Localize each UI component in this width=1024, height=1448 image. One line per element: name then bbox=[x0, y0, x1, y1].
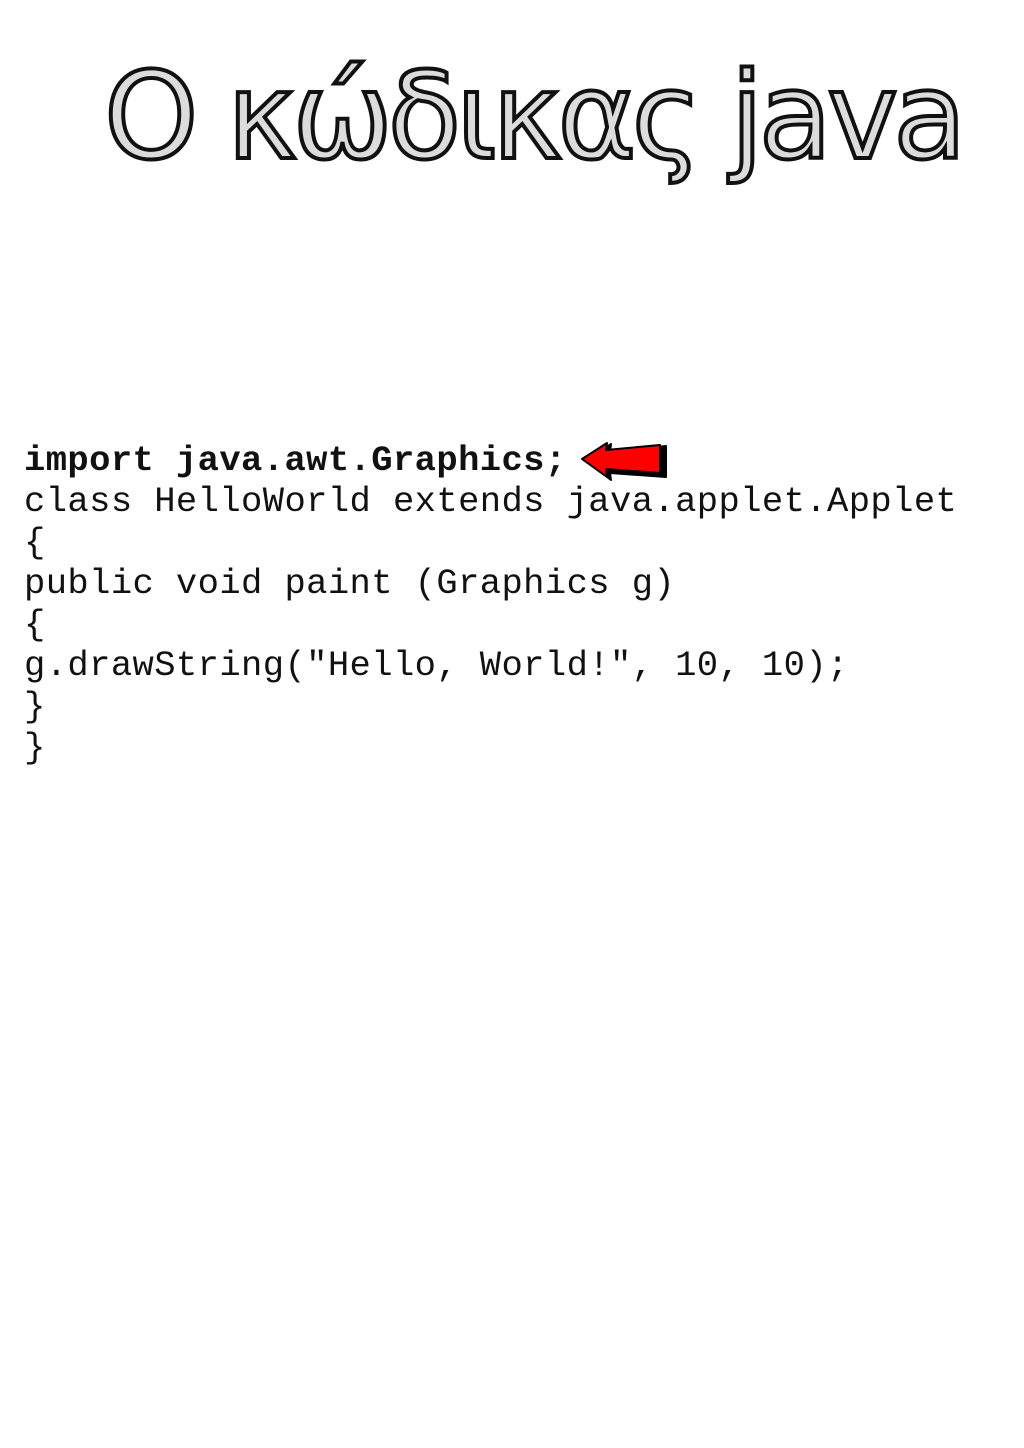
code-line-draw-string: g.drawString("Hello, World!", 10, 10); bbox=[24, 645, 849, 686]
code-block: import java.awt.Graphics; class HelloWor… bbox=[24, 440, 957, 768]
code-line-open-brace: { bbox=[24, 522, 46, 563]
code-line-close-brace-inner: } bbox=[24, 686, 46, 727]
left-arrow-icon bbox=[581, 442, 667, 481]
page-title: Ο κώδικας java bbox=[102, 48, 969, 187]
code-line-class-declaration: class HelloWorld extends java.applet.App… bbox=[24, 481, 958, 522]
code-line-close-brace: } bbox=[24, 727, 46, 768]
code-line-open-brace-inner: { bbox=[24, 604, 46, 645]
code-line-method-declaration: public void paint (Graphics g) bbox=[24, 563, 676, 604]
code-line-import: import java.awt.Graphics; bbox=[24, 440, 567, 481]
